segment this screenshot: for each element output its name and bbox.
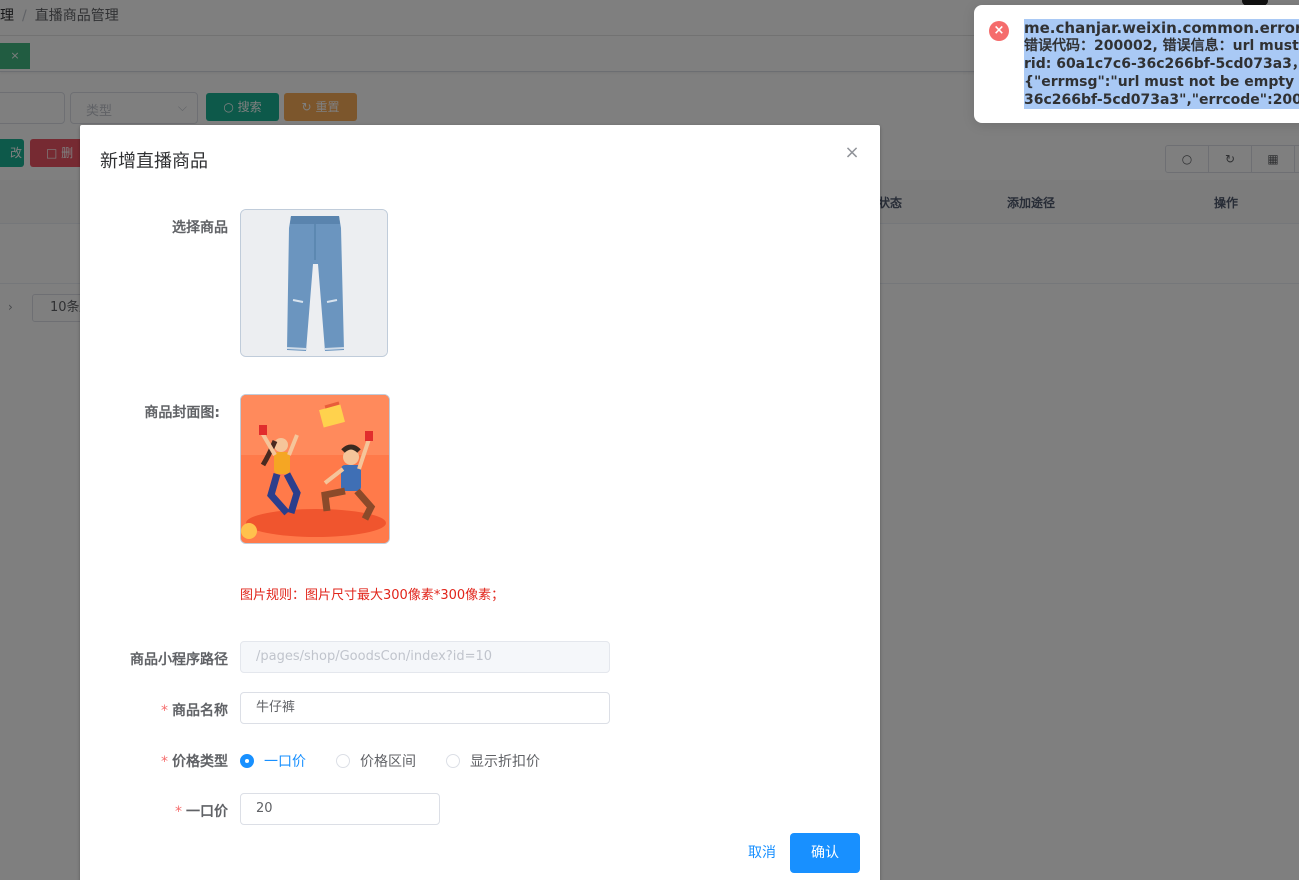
radio-price-range[interactable]: 价格区间 xyxy=(336,751,416,771)
select-goods-label-text: 选择商品 xyxy=(172,220,228,236)
cover-image[interactable] xyxy=(240,394,390,544)
error-line: 错误代码：200002, 错误信息：url must not be empty xyxy=(1024,37,1299,55)
cover-image-label-text: 商品封面图: xyxy=(144,405,220,421)
required-mark: * xyxy=(175,804,182,820)
cover-image-label: 商品封面图: xyxy=(72,402,220,422)
radio-fixed-price-label: 一口价 xyxy=(264,754,306,770)
error-line: {"errmsg":"url must not be empty rid: 60… xyxy=(1024,73,1299,91)
goods-name-label: * 商品名称 xyxy=(80,700,228,720)
dialog-title: 新增直播商品 xyxy=(100,151,208,172)
goods-name-label-text: 商品名称 xyxy=(172,703,228,719)
miniprogram-path-input: /pages/shop/GoodsCon/index?id=10 xyxy=(240,641,610,673)
radio-checked-icon xyxy=(240,754,254,768)
error-line: me.chanjar.weixin.common.error.WxErrorEx… xyxy=(1024,19,1299,37)
required-mark: * xyxy=(161,703,168,719)
fixed-price-label-text: 一口价 xyxy=(186,804,228,820)
error-message-text: me.chanjar.weixin.common.error.WxErrorEx… xyxy=(1024,19,1299,109)
select-goods-label: 选择商品 xyxy=(80,217,228,237)
celebration-illustration xyxy=(241,395,389,543)
jeans-image xyxy=(241,210,387,356)
required-mark: * xyxy=(161,754,168,770)
cancel-button[interactable]: 取消 xyxy=(736,833,788,873)
add-live-goods-dialog: 新增直播商品 × 选择商品 商品封面图: 图片规则：图片尺寸最大300像素*30… xyxy=(80,125,880,880)
radio-fixed-price[interactable]: 一口价 xyxy=(240,751,306,771)
confirm-button[interactable]: 确认 xyxy=(790,833,860,873)
price-type-label: * 价格类型 xyxy=(80,751,228,771)
error-circle-icon: × xyxy=(989,21,1009,41)
radio-price-range-label: 价格区间 xyxy=(360,754,416,770)
image-rule-hint: 图片规则：图片尺寸最大300像素*300像素； xyxy=(240,588,505,603)
fixed-price-input[interactable]: 20 xyxy=(240,793,440,825)
error-line: rid: 60a1c7c6-36c266bf-5cd073a3，微信原始报文： xyxy=(1024,55,1299,73)
radio-discount-price[interactable]: 显示折扣价 xyxy=(446,751,540,771)
price-type-label-text: 价格类型 xyxy=(172,754,228,770)
radio-discount-price-label: 显示折扣价 xyxy=(470,754,540,770)
error-message-toast: × me.chanjar.weixin.common.error.WxError… xyxy=(974,5,1299,123)
miniprogram-path-label-text: 商品小程序路径 xyxy=(130,652,228,668)
goods-image[interactable] xyxy=(240,209,388,357)
miniprogram-path-label: 商品小程序路径 xyxy=(80,649,228,669)
close-icon[interactable]: × xyxy=(844,144,860,162)
radio-unchecked-icon xyxy=(446,754,460,768)
error-line: 36c266bf-5cd073a3","errcode":200002} xyxy=(1024,91,1299,109)
radio-unchecked-icon xyxy=(336,754,350,768)
fixed-price-label: * 一口价 xyxy=(80,801,228,821)
goods-name-input[interactable]: 牛仔裤 xyxy=(240,692,610,724)
